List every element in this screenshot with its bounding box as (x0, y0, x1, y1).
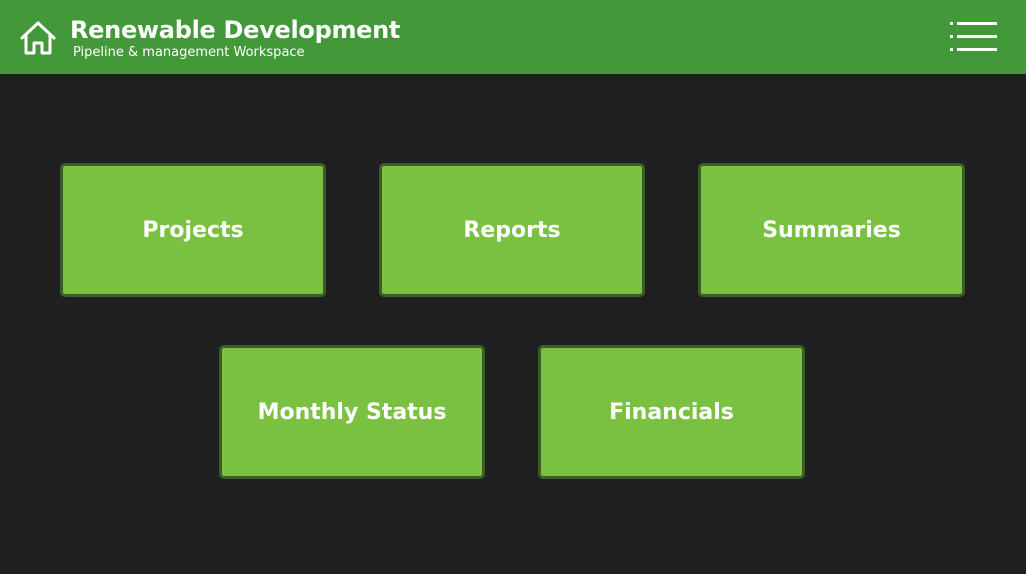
home-icon (20, 21, 56, 55)
financials-label: Financials (609, 399, 734, 425)
hamburger-menu-icon (950, 22, 997, 51)
summaries-button[interactable]: Summaries (698, 163, 965, 297)
header-bar: Renewable Development Pipeline & managem… (0, 0, 1026, 74)
monthly-status-button[interactable]: Monthly Status (219, 345, 485, 479)
projects-label: Projects (142, 217, 244, 243)
summaries-label: Summaries (762, 217, 901, 243)
projects-button[interactable]: Projects (60, 163, 326, 297)
app-screen: Renewable Development Pipeline & managem… (0, 0, 1026, 574)
monthly-status-label: Monthly Status (257, 399, 447, 425)
reports-label: Reports (463, 217, 561, 243)
financials-button[interactable]: Financials (538, 345, 805, 479)
reports-button[interactable]: Reports (379, 163, 645, 297)
app-title: Renewable Development (70, 16, 401, 44)
home-button[interactable] (18, 19, 58, 57)
app-subtitle: Pipeline & management Workspace (73, 45, 305, 60)
menu-button[interactable] (946, 18, 1000, 56)
